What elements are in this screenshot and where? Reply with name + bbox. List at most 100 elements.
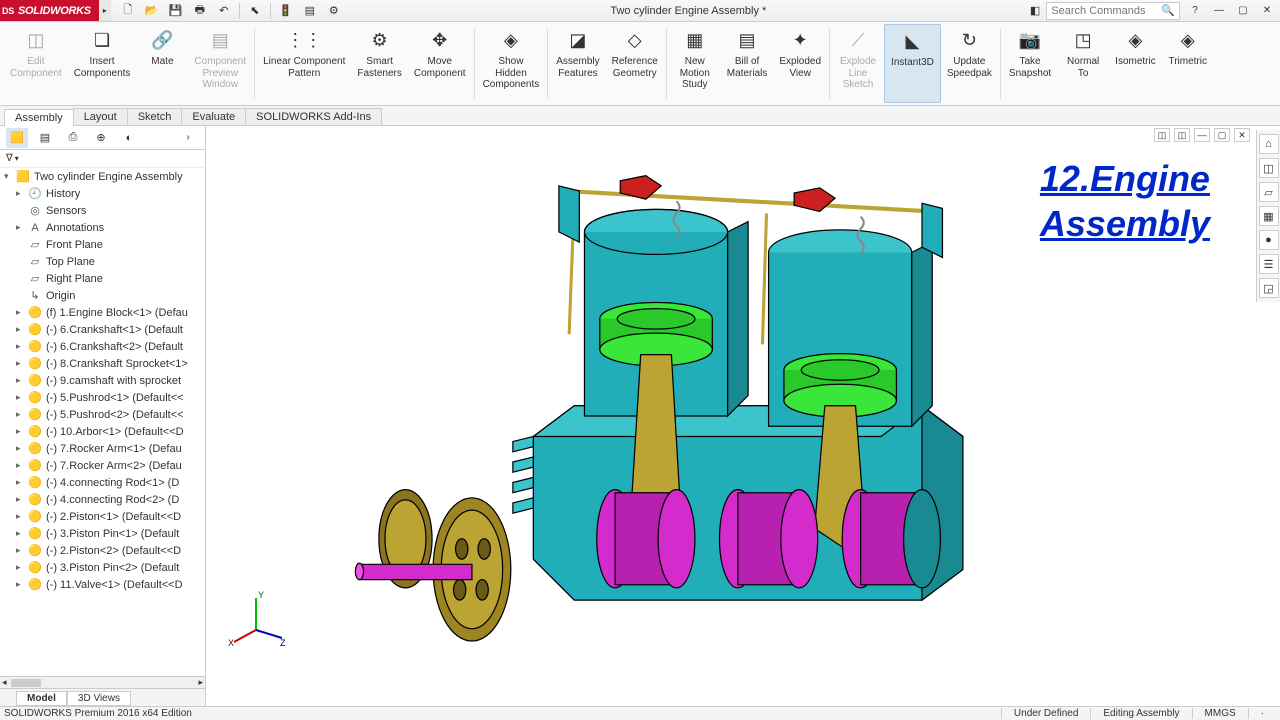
command-tabstrip: AssemblyLayoutSketchEvaluateSOLIDWORKS A… [0,106,1280,126]
taskpane-btn-4[interactable]: ● [1259,230,1279,250]
smart-fasteners-icon: ⚙ [366,26,394,54]
qat-save[interactable]: 💾 [165,2,187,20]
taskpane-btn-6[interactable]: ◲ [1259,278,1279,298]
insert-components-icon: ❏ [88,26,116,54]
model-tab-model[interactable]: Model [16,691,67,706]
qat-print[interactable]: 🖶 [189,2,211,20]
ribbon-isometric[interactable]: ◈Isometric [1109,24,1162,103]
close-button[interactable]: ✕ [1258,3,1276,19]
ribbon-update-speedpak[interactable]: ↻UpdateSpeedpak [941,24,998,103]
qat-rebuild[interactable]: 🚦 [275,2,297,20]
taskpane-btn-1[interactable]: ◫ [1259,158,1279,178]
tree-item-7[interactable]: ▸🟡(f) 1.Engine Block<1> (Defau [0,304,205,321]
maximize-button[interactable]: ▢ [1234,3,1252,19]
ribbon-smart-fasteners[interactable]: ⚙SmartFasteners [351,24,407,103]
ribbon-mate[interactable]: 🔗Mate [136,24,188,103]
qat-settings[interactable]: ⚙ [323,2,345,20]
status-more[interactable]: · [1248,708,1276,719]
qat-select[interactable]: ⬉ [244,2,266,20]
search-icon[interactable]: 🔍 [1157,4,1179,17]
ribbon-normal-to[interactable]: ◳NormalTo [1057,24,1109,103]
tree-item-11[interactable]: ▸🟡(-) 9.camshaft with sprocket [0,372,205,389]
tab-assembly[interactable]: Assembly [4,109,74,126]
tab-evaluate[interactable]: Evaluate [181,108,246,125]
tree-item-8[interactable]: ▸🟡(-) 6.Crankshaft<1> (Default [0,321,205,338]
model-tab-3d-views[interactable]: 3D Views [67,691,131,706]
status-edition: SOLIDWORKS Premium 2016 x64 Edition [4,708,192,719]
viewport-split-2[interactable]: ◫ [1174,128,1190,142]
tree-item-12[interactable]: ▸🟡(-) 5.Pushrod<1> (Default<< [0,389,205,406]
viewport-max[interactable]: ▢ [1214,128,1230,142]
fm-tab-dim[interactable]: ⊕ [90,128,112,148]
tree-item-10[interactable]: ▸🟡(-) 8.Crankshaft Sprocket<1> [0,355,205,372]
fm-tab-more[interactable]: › [177,128,199,148]
ribbon-take-snapshot[interactable]: 📷TakeSnapshot [1003,24,1057,103]
search-commands[interactable]: 🔍 [1046,2,1180,20]
ribbon-trimetric[interactable]: ◈Trimetric [1162,24,1214,103]
qat-new[interactable]: 🗋 [117,2,139,20]
status-units[interactable]: MMGS [1192,708,1248,719]
tree-item-0[interactable]: ▸🕘History [0,185,205,202]
taskpane-btn-0[interactable]: ⌂ [1259,134,1279,154]
ribbon-new-motion[interactable]: ▦NewMotionStudy [669,24,721,103]
taskpane-btn-3[interactable]: ▦ [1259,206,1279,226]
tree-root[interactable]: ▾🟨Two cylinder Engine Assembly [0,168,205,185]
search-input[interactable] [1047,5,1157,17]
tree-item-19[interactable]: ▸🟡(-) 2.Piston<1> (Default<<D [0,508,205,525]
fm-tab-config[interactable]: ⎙ [62,128,84,148]
update-speedpak-icon: ↻ [955,26,983,54]
insert-components-label: InsertComponents [74,56,131,79]
tree-item-1[interactable]: ◎Sensors [0,202,205,219]
tree-item-14[interactable]: ▸🟡(-) 10.Arbor<1> (Default<<D [0,423,205,440]
logo-dropdown[interactable]: ▸ [99,0,111,21]
taskpane-btn-5[interactable]: ☰ [1259,254,1279,274]
fm-tab-tree[interactable]: 🟨 [6,128,28,148]
qat-open[interactable]: 📂 [141,2,163,20]
tree-item-4[interactable]: ▱Top Plane [0,253,205,270]
minimize-button[interactable]: — [1210,3,1228,19]
viewport-split-1[interactable]: ◫ [1154,128,1170,142]
fm-tab-property[interactable]: ▤ [34,128,56,148]
tab-sketch[interactable]: Sketch [127,108,183,125]
tree-item-21[interactable]: ▸🟡(-) 2.Piston<2> (Default<<D [0,542,205,559]
graphics-viewport[interactable]: ◫ ◫ — ▢ ✕ [206,126,1280,706]
taskpane-btn-2[interactable]: ▱ [1259,182,1279,202]
tree-item-16[interactable]: ▸🟡(-) 7.Rocker Arm<2> (Defau [0,457,205,474]
tree-item-13[interactable]: ▸🟡(-) 5.Pushrod<2> (Default<< [0,406,205,423]
ribbon-move-component[interactable]: ✥MoveComponent [408,24,472,103]
fm-tab-display[interactable]: ◐ [118,128,140,148]
view-triad[interactable]: Y Z X [226,590,286,650]
tree-item-17[interactable]: ▸🟡(-) 4.connecting Rod<1> (D [0,474,205,491]
ribbon-bom[interactable]: ▤Bill ofMaterials [721,24,774,103]
tree-item-15[interactable]: ▸🟡(-) 7.Rocker Arm<1> (Defau [0,440,205,457]
viewport-close[interactable]: ✕ [1234,128,1250,142]
feature-filter[interactable]: ∇ ▾ [0,150,205,168]
tree-item-20[interactable]: ▸🟡(-) 3.Piston Pin<1> (Default [0,525,205,542]
tree-item-22[interactable]: ▸🟡(-) 3.Piston Pin<2> (Default [0,559,205,576]
tree-item-2[interactable]: ▸AAnnotations [0,219,205,236]
smart-fasteners-label: SmartFasteners [357,56,401,79]
help-button[interactable]: ? [1186,3,1204,19]
tree-item-5[interactable]: ▱Right Plane [0,270,205,287]
ribbon-insert-components[interactable]: ❏InsertComponents [68,24,137,103]
viewport-min[interactable]: — [1194,128,1210,142]
tab-layout[interactable]: Layout [73,108,128,125]
bom-label: Bill ofMaterials [727,56,768,79]
feature-manager-panel: 🟨 ▤ ⎙ ⊕ ◐ › ∇ ▾ ▾🟨Two cylinder Engine As… [0,126,206,706]
ribbon-linear-pattern[interactable]: ⋮⋮Linear ComponentPattern [257,24,351,103]
tree-item-23[interactable]: ▸🟡(-) 11.Valve<1> (Default<<D [0,576,205,593]
ribbon-instant3d[interactable]: ◣Instant3D [884,24,941,103]
tree-item-9[interactable]: ▸🟡(-) 6.Crankshaft<2> (Default [0,338,205,355]
linear-pattern-label: Linear ComponentPattern [263,56,345,79]
qat-options[interactable]: ▤ [299,2,321,20]
ribbon-assembly-features[interactable]: ◪AssemblyFeatures [550,24,605,103]
ribbon-exploded-view[interactable]: ✦ExplodedView [773,24,827,103]
qat-undo[interactable]: ↶ [213,2,235,20]
tree-item-18[interactable]: ▸🟡(-) 4.connecting Rod<2> (D [0,491,205,508]
tree-hscroll[interactable]: ◂ ▸ [0,676,205,688]
ribbon-reference-geometry[interactable]: ◇ReferenceGeometry [606,24,664,103]
tab-solidworks-add-ins[interactable]: SOLIDWORKS Add-Ins [245,108,382,125]
tree-item-6[interactable]: ↳Origin [0,287,205,304]
ribbon-show-hidden[interactable]: ◈ShowHiddenComponents [477,24,546,103]
tree-item-3[interactable]: ▱Front Plane [0,236,205,253]
